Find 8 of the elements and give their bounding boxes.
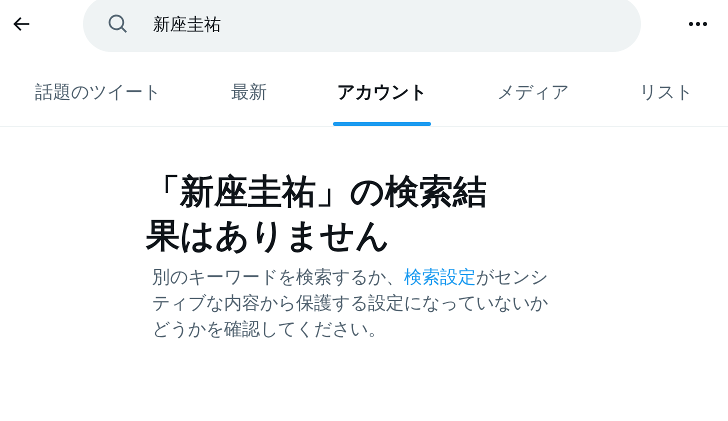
empty-state-message: 別のキーワードを検索するか、検索設定がセンシティブな内容から保護する設定になっていないかどうかを確認してください。 [152, 266, 549, 341]
tab[interactable]: メディア [462, 52, 604, 126]
empty-state-title: 「新座圭祐」の検索結果はありません [146, 172, 488, 257]
tab[interactable]: 話題のツイート [0, 52, 196, 126]
tab[interactable]: 最新 [196, 52, 302, 126]
tab[interactable]: アカウント [302, 52, 462, 126]
search-field[interactable]: 新座圭祐 [83, 0, 641, 52]
tab[interactable]: リスト [604, 52, 728, 126]
